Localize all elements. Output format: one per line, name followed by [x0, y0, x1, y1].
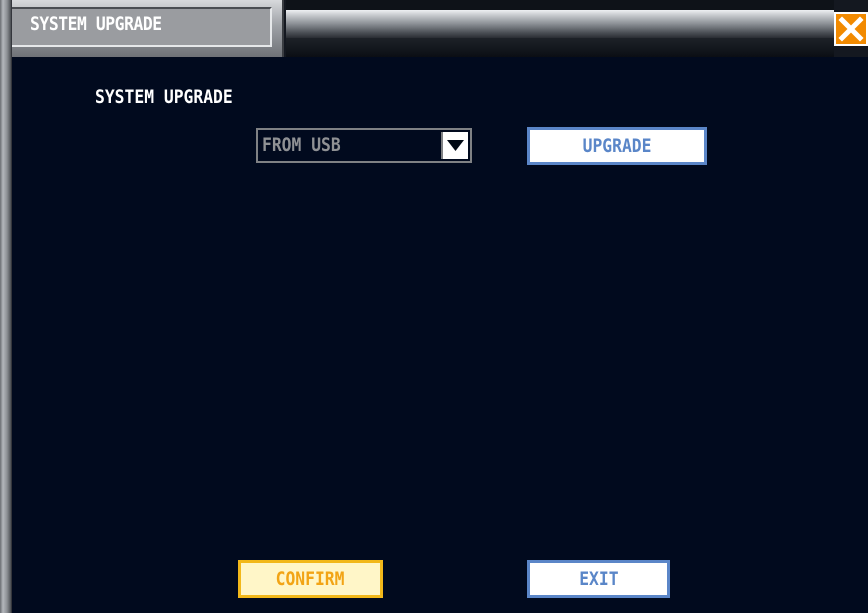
upgrade-source-select[interactable]: FROM USB	[256, 128, 472, 163]
upgrade-button-label: UPGRADE	[582, 135, 652, 157]
left-frame	[0, 0, 12, 613]
title-bar: SYSTEM UPGRADE	[0, 0, 868, 57]
exit-button-label: EXIT	[578, 568, 619, 590]
dropdown-toggle[interactable]	[441, 132, 468, 159]
title-rail-shadow	[286, 38, 834, 57]
confirm-button[interactable]: CONFIRM	[238, 560, 383, 598]
section-label: SYSTEM UPGRADE	[95, 86, 233, 108]
close-icon	[838, 16, 864, 42]
close-button[interactable]	[834, 12, 868, 46]
exit-button[interactable]: EXIT	[527, 560, 670, 598]
title-rail	[286, 0, 834, 57]
window-title: SYSTEM UPGRADE	[30, 13, 162, 35]
title-rail-bar	[286, 10, 834, 38]
confirm-button-label: CONFIRM	[276, 568, 345, 590]
upgrade-button[interactable]: UPGRADE	[527, 127, 707, 165]
title-tab-inner: SYSTEM UPGRADE	[10, 7, 272, 47]
upgrade-window: SYSTEM UPGRADE SYSTEM UPGRADE FROM USB U…	[0, 0, 868, 613]
chevron-down-icon	[447, 140, 464, 151]
upgrade-source-value: FROM USB	[262, 134, 341, 156]
title-tab: SYSTEM UPGRADE	[0, 0, 284, 57]
